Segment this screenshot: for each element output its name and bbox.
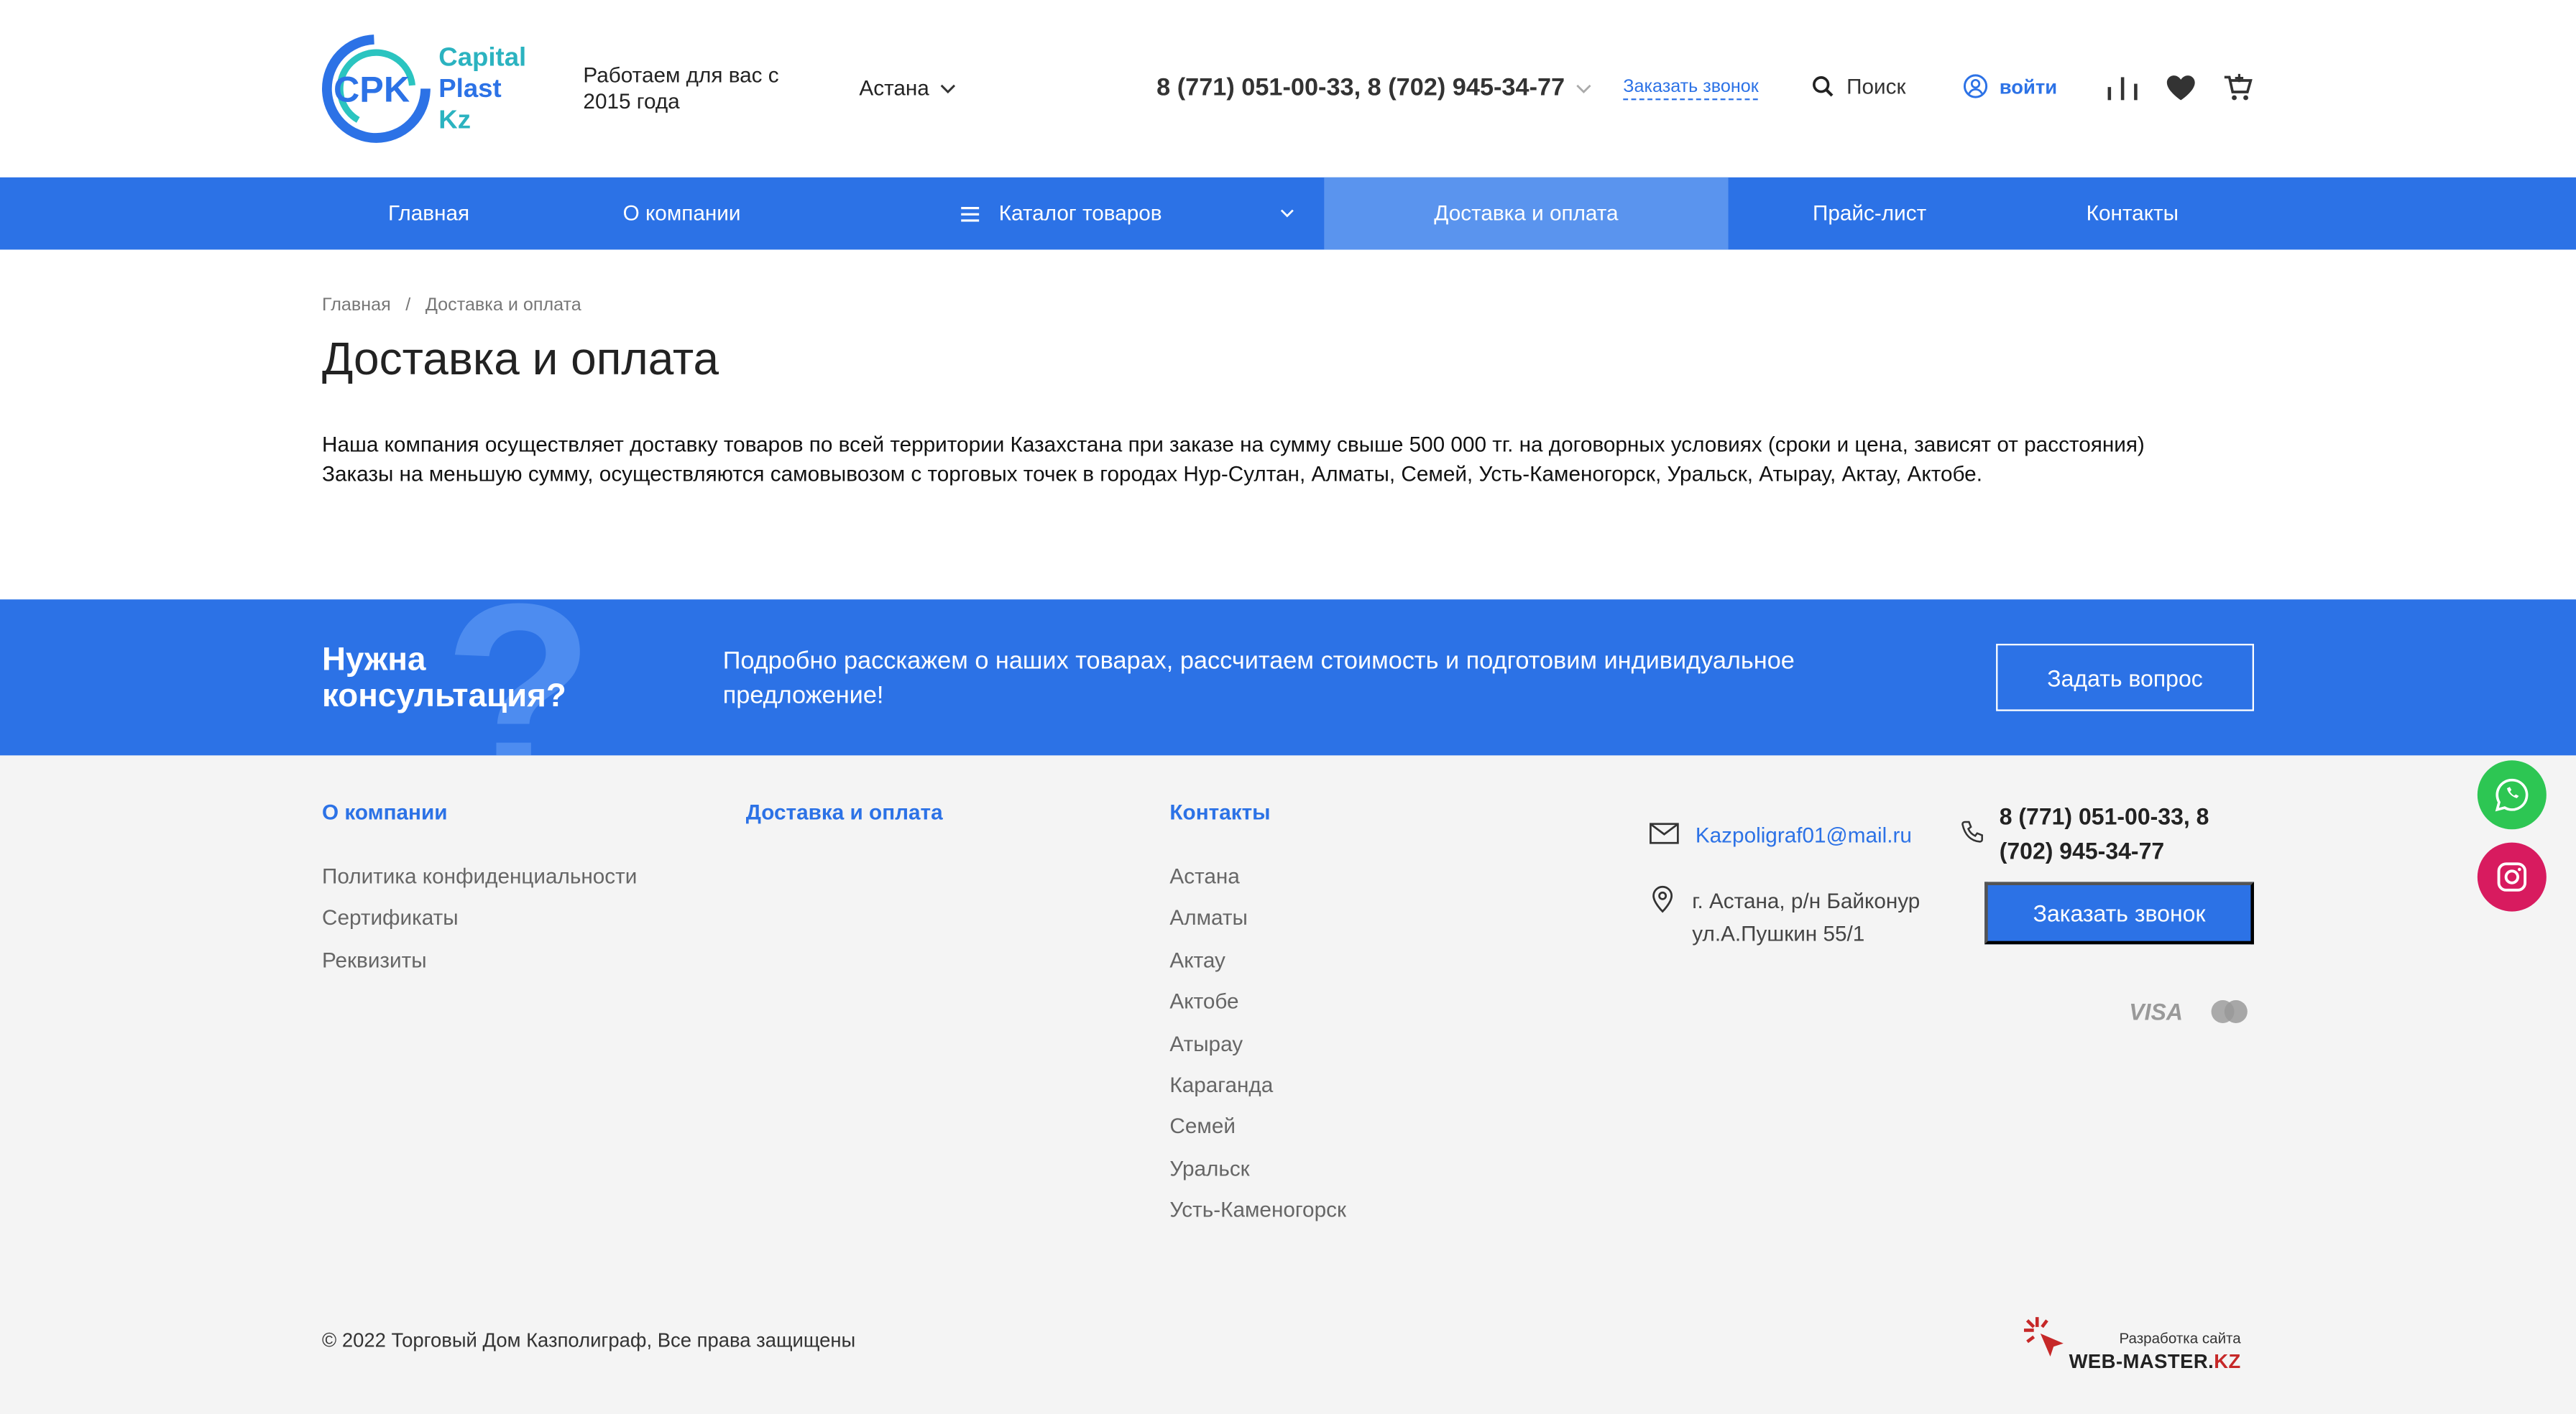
whatsapp-icon — [2495, 778, 2529, 812]
footer-city-semey[interactable]: Семей — [1169, 1112, 1346, 1154]
mail-icon — [1650, 823, 1679, 844]
footer-city-aktau[interactable]: Актау — [1169, 946, 1346, 987]
footer-city-uralsk[interactable]: Уральск — [1169, 1154, 1346, 1196]
site-footer: О компании Политика конфиденциальности С… — [0, 755, 2576, 1414]
search-icon — [1813, 76, 1834, 97]
city-selector[interactable]: Астана — [859, 75, 955, 100]
whatsapp-button[interactable] — [2477, 760, 2547, 830]
cart-icon[interactable] — [2223, 73, 2253, 102]
logo-mark-text: CPK — [334, 69, 410, 110]
chevron-down-icon — [1280, 209, 1294, 218]
nav-item-catalog-label: Каталог товаров — [998, 200, 1162, 226]
phone-icon — [1961, 821, 1983, 843]
consult-banner: ? Нужна консультация? Подробно расскажем… — [0, 599, 2576, 756]
delivery-paragraph-1: Наша компания осуществляет доставку това… — [321, 432, 2145, 457]
chevron-down-icon — [939, 83, 955, 93]
developer-credit[interactable]: Разработка сайта WEB-MASTER.KZ — [2018, 1307, 2248, 1380]
consult-title: Нужна консультация? — [321, 642, 566, 715]
order-call-button[interactable]: Заказать звонок — [1984, 882, 2254, 945]
consult-text: Подробно расскажем о наших товарах, расс… — [722, 647, 1795, 710]
header-phones[interactable]: 8 (771) 051-00-33, 8 (702) 945-34-77 — [1156, 74, 1591, 102]
nav-item-catalog[interactable]: Каталог товаров — [961, 177, 1324, 250]
footer-about-list: Политика конфиденциальности Сертификаты … — [322, 862, 637, 987]
page-title: Доставка и оплата — [321, 333, 719, 384]
footer-email-row: Kazpoligraf01@mail.ru — [1650, 823, 1912, 847]
menu-icon — [961, 205, 980, 221]
breadcrumb-separator: / — [405, 295, 411, 315]
logo-line-1: Capital — [438, 44, 527, 73]
footer-city-aktobe[interactable]: Актобе — [1169, 987, 1346, 1029]
logo-wordmark: Capital Plast Kz — [438, 42, 526, 136]
footer-email-link[interactable]: Kazpoligraf01@mail.ru — [1696, 823, 1912, 847]
footer-city-almaty[interactable]: Алматы — [1169, 904, 1346, 946]
footer-delivery-title[interactable]: Доставка и оплата — [746, 800, 943, 824]
nav-item-contacts[interactable]: Контакты — [2011, 177, 2254, 250]
site-logo[interactable]: CPK Capital Plast Kz — [321, 33, 551, 144]
page-root: CPK Capital Plast Kz Работаем для вас с … — [0, 0, 2576, 1414]
city-label: Астана — [859, 75, 929, 101]
footer-address: г. Астана, р/н Байконур ул.А.Пушкин 55/1 — [1692, 888, 1920, 946]
logo-mark: CPK — [321, 34, 431, 143]
nav-item-about[interactable]: О компании — [542, 177, 822, 250]
login-label: войти — [1999, 74, 2058, 98]
main-nav: Главная О компании Каталог товаров Доста… — [0, 177, 2576, 250]
footer-city-karaganda[interactable]: Караганда — [1169, 1071, 1346, 1112]
ask-question-button[interactable]: Задать вопрос — [1996, 643, 2254, 711]
header-actions — [2106, 73, 2253, 102]
footer-contacts-list: Астана Алматы Актау Актобе Атырау Карага… — [1169, 862, 1346, 1237]
breadcrumb: Главная / Доставка и оплата — [322, 295, 581, 315]
nav-item-delivery[interactable]: Доставка и оплата — [1324, 177, 1729, 250]
footer-phone-row: 8 (771) 051-00-33, 8 (702) 945-34-77 — [1960, 800, 2246, 869]
footer-contacts-title[interactable]: Контакты — [1169, 800, 1270, 824]
breadcrumb-current: Доставка и оплата — [425, 295, 581, 315]
user-icon — [1963, 74, 1988, 98]
visa-logo: VISA — [2129, 998, 2183, 1025]
footer-phone[interactable]: 8 (771) 051-00-33, 8 (702) 945-34-77 — [2000, 800, 2246, 869]
callback-link[interactable]: Заказать звонок — [1623, 77, 1759, 101]
heart-icon[interactable] — [2166, 73, 2196, 101]
search-button[interactable]: Поиск — [1812, 74, 1905, 98]
footer-about-title[interactable]: О компании — [322, 800, 448, 824]
footer-city-astana[interactable]: Астана — [1169, 862, 1346, 904]
instagram-icon — [2497, 862, 2527, 892]
delivery-paragraph-2: Заказы на меньшую сумму, осуществляются … — [321, 461, 1982, 486]
developer-credit-name: WEB-MASTER.KZ — [2069, 1350, 2241, 1373]
page-content: Наша компания осуществляет доставку това… — [322, 430, 2260, 489]
footer-link-certificates[interactable]: Сертификаты — [322, 904, 637, 946]
search-label: Поиск — [1846, 73, 1906, 99]
compare-icon[interactable] — [2106, 74, 2139, 101]
copyright: © 2022 Торговый Дом Казполиграф, Все пра… — [321, 1328, 856, 1352]
footer-city-atyrau[interactable]: Атырау — [1169, 1029, 1346, 1071]
nav-item-pricelist[interactable]: Прайс-лист — [1729, 177, 2011, 250]
location-icon — [1652, 885, 1673, 913]
site-header: CPK Capital Plast Kz Работаем для вас с … — [0, 0, 2576, 177]
nav-item-home[interactable]: Главная — [322, 177, 535, 250]
footer-city-ust-kamenogorsk[interactable]: Усть-Каменогорск — [1169, 1196, 1346, 1237]
instagram-button[interactable] — [2477, 842, 2547, 912]
developer-name-kz: KZ — [2214, 1349, 2241, 1373]
footer-link-requisites[interactable]: Реквизиты — [322, 946, 637, 987]
breadcrumb-home[interactable]: Главная — [322, 295, 391, 315]
developer-name-main: WEB-MASTER. — [2069, 1349, 2214, 1373]
mastercard-icon — [2210, 999, 2248, 1023]
logo-line-2: Plast — [438, 75, 502, 103]
developer-credit-caption: Разработка сайта — [2119, 1330, 2241, 1347]
chevron-down-icon — [1576, 83, 1591, 93]
logo-line-3: Kz — [438, 106, 471, 135]
footer-link-privacy[interactable]: Политика конфиденциальности — [322, 862, 637, 904]
cursor-logo-icon — [2023, 1317, 2064, 1357]
login-button[interactable]: войти — [1963, 74, 2057, 98]
payment-methods: VISA — [2129, 999, 2248, 1025]
footer-address-row: г. Астана, р/н Байконур ул.А.Пушкин 55/1 — [1650, 885, 1954, 951]
header-tagline: Работаем для вас с 2015 года — [583, 62, 779, 114]
header-phones-text: 8 (771) 051-00-33, 8 (702) 945-34-77 — [1156, 73, 1565, 102]
